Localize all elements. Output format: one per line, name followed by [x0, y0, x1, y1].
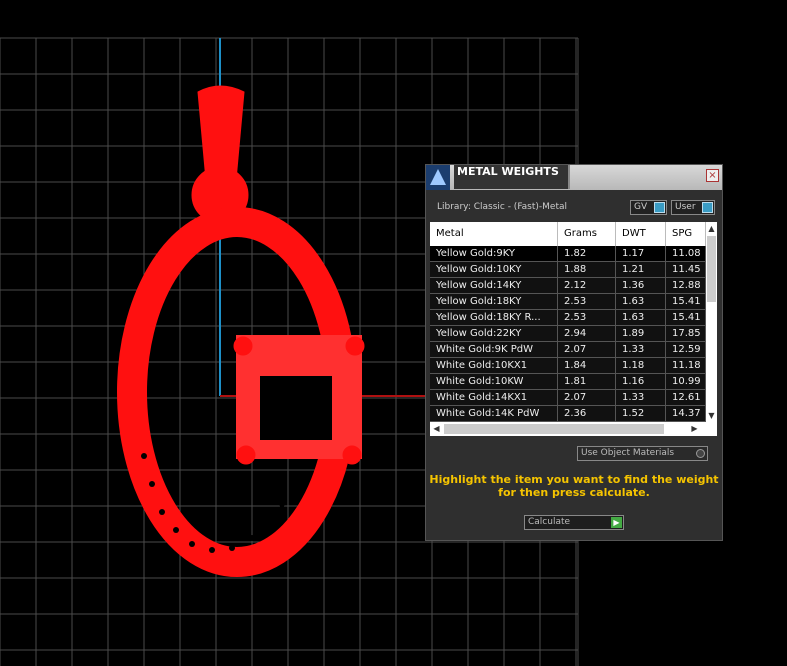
gv-toggle-indicator-icon [654, 202, 665, 213]
cell-dwt: 1.63 [616, 310, 666, 325]
column-header[interactable]: Grams [558, 222, 616, 246]
table-row[interactable]: Yellow Gold:9KY 1.82 1.17 11.08 [430, 246, 706, 262]
cell-metal: White Gold:10KX1 [430, 358, 558, 373]
cell-metal: White Gold:9K PdW [430, 342, 558, 357]
cell-spg: 12.61 [666, 390, 706, 405]
cell-dwt: 1.17 [616, 246, 666, 261]
cell-metal: Yellow Gold:14KY [430, 278, 558, 293]
user-toggle-indicator-icon [702, 202, 713, 213]
table-row[interactable]: Yellow Gold:10KY 1.88 1.21 11.45 [430, 262, 706, 278]
table-row[interactable]: Yellow Gold:18KY R... 2.53 1.63 15.41 [430, 310, 706, 326]
column-header[interactable]: Metal [430, 222, 558, 246]
table-row[interactable]: Yellow Gold:18KY 2.53 1.63 15.41 [430, 294, 706, 310]
vertical-scrollbar[interactable]: ▲ ▼ [706, 222, 717, 422]
close-button[interactable]: × [706, 169, 719, 182]
cell-spg: 11.45 [666, 262, 706, 277]
table-header: Metal Grams DWT SPG [430, 222, 706, 246]
cell-dwt: 1.89 [616, 326, 666, 341]
cell-metal: Yellow Gold:18KY [430, 294, 558, 309]
cell-metal: Yellow Gold:22KY [430, 326, 558, 341]
user-toggle[interactable]: User [671, 200, 715, 215]
cell-grams: 2.36 [558, 406, 616, 421]
horizontal-scroll-thumb[interactable] [444, 424, 664, 434]
column-header[interactable]: SPG [666, 222, 706, 246]
cell-spg: 12.88 [666, 278, 706, 293]
cell-grams: 2.53 [558, 294, 616, 309]
metal-weights-panel: METAL WEIGHTS × Library: Classic - (Fast… [425, 164, 723, 541]
cell-spg: 15.41 [666, 310, 706, 325]
table-row[interactable]: Yellow Gold:22KY 2.94 1.89 17.85 [430, 326, 706, 342]
cell-grams: 2.07 [558, 390, 616, 405]
calculate-button[interactable]: Calculate ▶ [524, 515, 624, 530]
library-label: Library: Classic - (Fast)-Metal [437, 202, 568, 212]
use-object-materials-label: Use Object Materials [581, 448, 675, 458]
play-arrow-icon: ▶ [611, 517, 622, 528]
vertical-scroll-thumb[interactable] [707, 236, 716, 302]
calculate-label: Calculate [528, 517, 571, 527]
table-row[interactable]: White Gold:14K PdW 2.36 1.52 14.37 [430, 406, 706, 422]
cell-metal: White Gold:14K PdW [430, 406, 558, 421]
panel-title: METAL WEIGHTS [454, 165, 570, 189]
cell-grams: 1.84 [558, 358, 616, 373]
cell-dwt: 1.63 [616, 294, 666, 309]
cell-spg: 17.85 [666, 326, 706, 341]
cell-grams: 1.88 [558, 262, 616, 277]
panel-titlebar[interactable]: METAL WEIGHTS × [426, 165, 722, 190]
metal-weights-table[interactable]: Metal Grams DWT SPG Yellow Gold:9KY 1.82 1.17… [430, 222, 717, 436]
cell-dwt: 1.16 [616, 374, 666, 389]
table-row[interactable]: White Gold:10KX1 1.84 1.18 11.18 [430, 358, 706, 374]
cell-grams: 1.82 [558, 246, 616, 261]
gv-toggle[interactable]: GV [630, 200, 667, 215]
scroll-up-icon[interactable]: ▲ [706, 222, 717, 235]
cell-metal: White Gold:10KW [430, 374, 558, 389]
cell-metal: Yellow Gold:10KY [430, 262, 558, 277]
scroll-left-icon[interactable]: ◀ [430, 422, 443, 436]
cell-grams: 2.07 [558, 342, 616, 357]
cell-dwt: 1.18 [616, 358, 666, 373]
scroll-right-icon[interactable]: ▶ [688, 422, 701, 436]
cell-metal: Yellow Gold:18KY R... [430, 310, 558, 325]
cell-spg: 11.18 [666, 358, 706, 373]
cell-grams: 2.12 [558, 278, 616, 293]
cell-dwt: 1.33 [616, 390, 666, 405]
cell-dwt: 1.33 [616, 342, 666, 357]
table-row[interactable]: Yellow Gold:14KY 2.12 1.36 12.88 [430, 278, 706, 294]
scroll-down-icon[interactable]: ▼ [706, 409, 717, 422]
cell-spg: 15.41 [666, 294, 706, 309]
use-object-materials-option[interactable]: Use Object Materials [577, 446, 708, 461]
cell-spg: 10.99 [666, 374, 706, 389]
cell-grams: 1.81 [558, 374, 616, 389]
radio-icon[interactable] [696, 449, 705, 458]
cell-dwt: 1.21 [616, 262, 666, 277]
table-row[interactable]: White Gold:9K PdW 2.07 1.33 12.59 [430, 342, 706, 358]
cell-spg: 11.08 [666, 246, 706, 261]
cell-dwt: 1.52 [616, 406, 666, 421]
user-toggle-label: User [675, 202, 696, 212]
cell-grams: 2.94 [558, 326, 616, 341]
cell-spg: 14.37 [666, 406, 706, 421]
cell-metal: White Gold:14KX1 [430, 390, 558, 405]
cell-metal: Yellow Gold:9KY [430, 246, 558, 261]
cell-dwt: 1.36 [616, 278, 666, 293]
horizontal-scrollbar[interactable]: ◀ ▶ [430, 422, 717, 436]
gv-toggle-label: GV [634, 202, 648, 212]
column-header[interactable]: DWT [616, 222, 666, 246]
table-row[interactable]: White Gold:10KW 1.81 1.16 10.99 [430, 374, 706, 390]
app-logo-icon [426, 165, 450, 190]
cell-grams: 2.53 [558, 310, 616, 325]
cell-spg: 12.59 [666, 342, 706, 357]
table-row[interactable]: White Gold:14KX1 2.07 1.33 12.61 [430, 390, 706, 406]
instruction-text: Highlight the item you want to find the … [429, 473, 719, 499]
